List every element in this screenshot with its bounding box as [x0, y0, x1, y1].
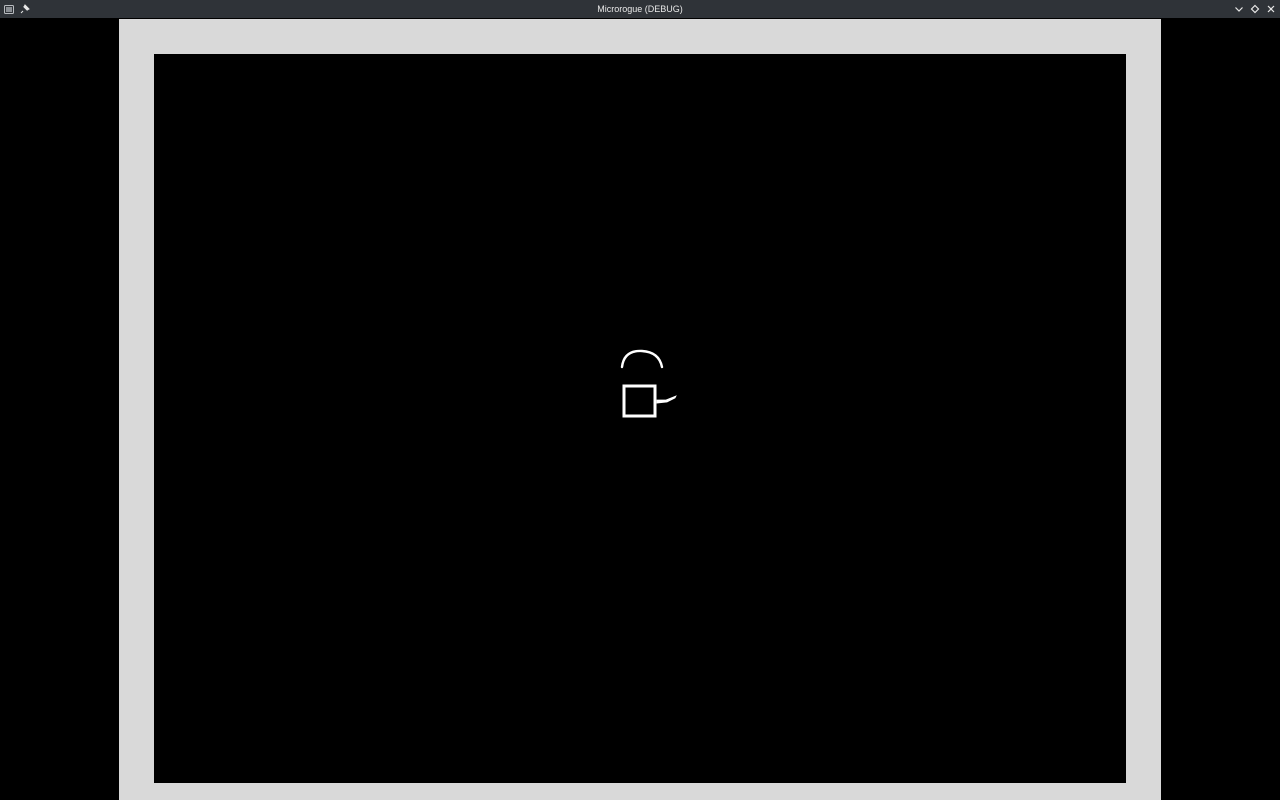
window-title: Microrogue (DEBUG) — [597, 4, 683, 14]
game-viewport[interactable] — [0, 18, 1280, 800]
dungeon-floor[interactable] — [154, 54, 1126, 783]
diamond-icon[interactable] — [1249, 3, 1261, 15]
player-sprite — [622, 384, 657, 418]
window-titlebar[interactable]: Microrogue (DEBUG) — [0, 0, 1280, 18]
sword-sprite — [656, 395, 677, 404]
slash-arc — [620, 349, 664, 369]
chevron-down-icon[interactable] — [1233, 3, 1245, 15]
game-canvas — [620, 349, 677, 418]
dungeon-wall-frame — [119, 19, 1161, 800]
close-icon[interactable] — [1265, 3, 1277, 15]
